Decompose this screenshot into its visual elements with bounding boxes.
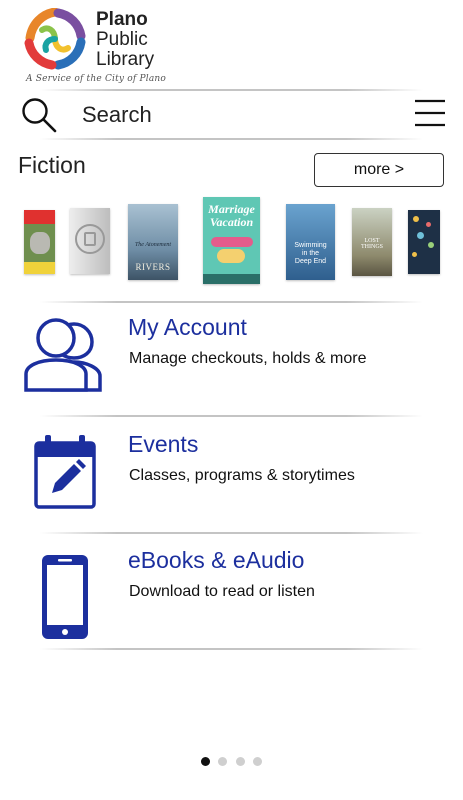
page-dot[interactable]	[236, 757, 245, 766]
logo-line-3: Library	[96, 49, 155, 70]
logo-line-1: Plano	[96, 9, 148, 30]
nav-card-title: eBooks & eAudio	[128, 547, 305, 573]
search-bar	[0, 92, 463, 138]
logo-line-2: Public	[96, 29, 148, 50]
page-dot[interactable]	[201, 757, 210, 766]
tagline: A Service of the City of Plano	[26, 74, 167, 84]
nav-card-title: Events	[128, 431, 199, 457]
divider	[40, 532, 423, 534]
account-icon	[24, 318, 102, 392]
nav-card-subtitle: Download to read or listen	[129, 583, 315, 600]
book-cover[interactable]: The Atonement RIVERS	[128, 204, 178, 280]
divider	[40, 648, 423, 650]
book-cover[interactable]: Swimming in the Deep End	[286, 204, 335, 280]
book-cover[interactable]: Marriage Vacation	[203, 197, 260, 284]
book-cover[interactable]	[408, 210, 440, 274]
page-dot[interactable]	[218, 757, 227, 766]
page-dot[interactable]	[253, 757, 262, 766]
plano-library-logo-icon	[24, 8, 86, 70]
library-name: Plano Public Library	[96, 10, 154, 70]
divider	[40, 138, 423, 140]
search-input[interactable]	[82, 98, 382, 132]
app-header: Plano Public Library A Service of the Ci…	[0, 0, 463, 90]
section-title-fiction: Fiction	[18, 152, 86, 178]
nav-card-subtitle: Manage checkouts, holds & more	[129, 350, 367, 367]
page-indicator	[199, 757, 269, 767]
calendar-icon	[34, 435, 96, 509]
nav-card-subtitle: Classes, programs & storytimes	[129, 467, 355, 484]
book-cover[interactable]	[24, 210, 55, 274]
nav-card-ebooks[interactable]: eBooks & eAudio Download to read or list…	[0, 537, 463, 647]
nav-card-title: My Account	[128, 314, 247, 340]
divider	[40, 415, 423, 417]
divider	[40, 301, 423, 303]
book-carousel[interactable]: The Atonement RIVERS Marriage Vacation Sw…	[0, 196, 463, 290]
nav-card-my-account[interactable]: My Account Manage checkouts, holds & mor…	[0, 304, 463, 414]
more-button[interactable]: more >	[314, 153, 444, 187]
hamburger-menu-icon[interactable]	[414, 98, 446, 128]
divider	[40, 89, 423, 91]
search-icon[interactable]	[20, 96, 58, 134]
tablet-icon	[42, 555, 88, 639]
book-cover[interactable]: LOST THINGS	[352, 208, 392, 276]
nav-card-events[interactable]: Events Classes, programs & storytimes	[0, 421, 463, 531]
book-cover-placeholder[interactable]	[70, 208, 110, 274]
